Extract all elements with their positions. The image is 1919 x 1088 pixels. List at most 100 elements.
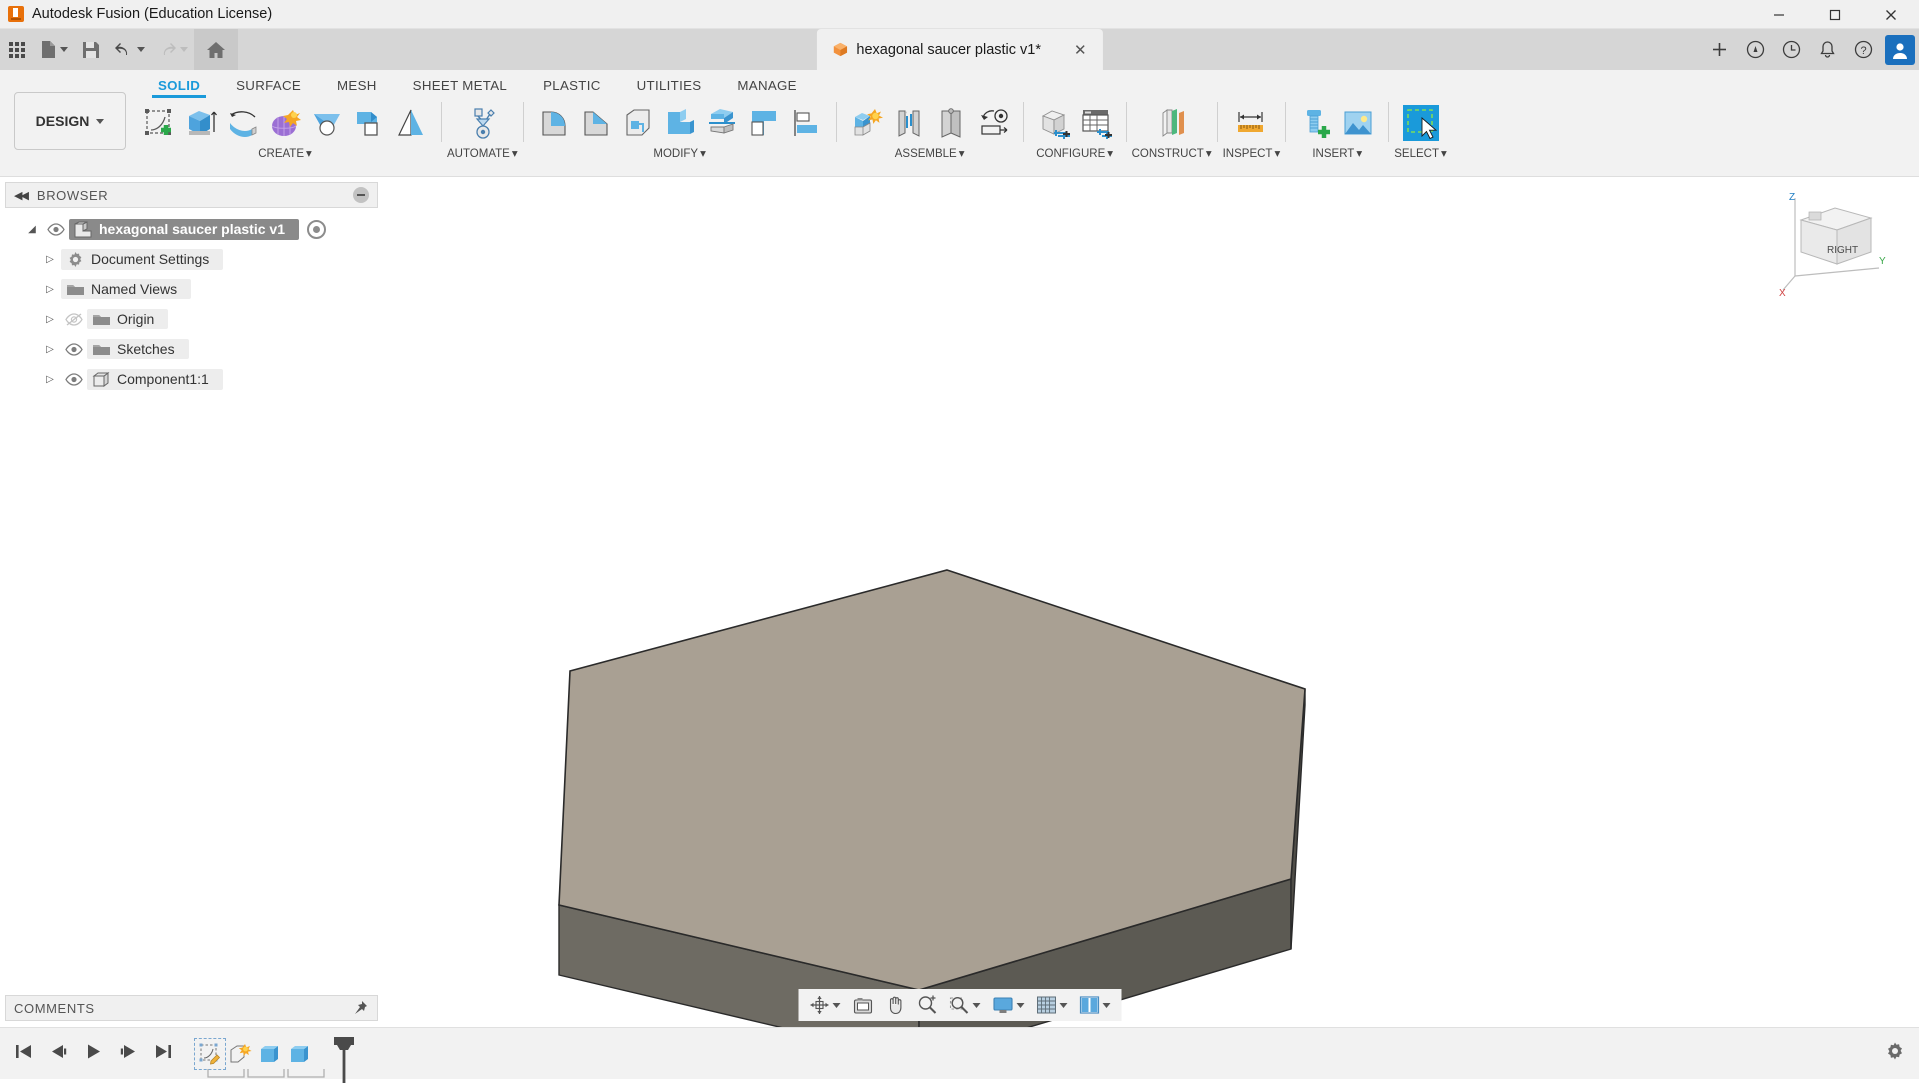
minimize-button[interactable] xyxy=(1751,0,1807,29)
eye-visible-icon[interactable] xyxy=(43,223,69,236)
close-icon[interactable]: ✕ xyxy=(1074,41,1087,59)
timeline-extrude-feature-1[interactable] xyxy=(255,1039,285,1069)
expander-icon[interactable]: ▷ xyxy=(39,344,61,355)
tree-item-sketches[interactable]: ▷ Sketches xyxy=(5,334,378,364)
close-button[interactable] xyxy=(1863,0,1919,29)
eye-visible-icon[interactable] xyxy=(61,343,87,356)
workspace-selector[interactable]: DESIGN xyxy=(14,92,126,150)
zoom-button[interactable] xyxy=(912,991,942,1019)
align-icon[interactable] xyxy=(785,102,827,144)
joint-icon[interactable] xyxy=(888,102,930,144)
display-settings-button[interactable] xyxy=(987,991,1029,1019)
expander-icon[interactable]: ▷ xyxy=(39,284,61,295)
expander-icon[interactable]: ▷ xyxy=(39,374,61,385)
tree-label-group[interactable]: Document Settings xyxy=(61,249,223,270)
tree-label-group[interactable]: Origin xyxy=(87,309,168,329)
redo-button[interactable] xyxy=(151,29,194,70)
document-tab[interactable]: hexagonal saucer plastic v1* ✕ xyxy=(816,29,1102,70)
expander-icon[interactable]: ▷ xyxy=(39,314,61,325)
insert-image-icon[interactable] xyxy=(1337,102,1379,144)
combine-icon[interactable] xyxy=(659,102,701,144)
automate-assembly-icon[interactable] xyxy=(461,102,503,144)
expander-icon[interactable]: ▷ xyxy=(39,254,61,265)
step-back-button[interactable] xyxy=(49,1043,68,1065)
panel-title-modify[interactable]: MODIFY▾ xyxy=(653,146,706,160)
insert-mcmaster-icon[interactable] xyxy=(1295,102,1337,144)
undo-button[interactable] xyxy=(108,29,151,70)
go-to-end-button[interactable] xyxy=(154,1043,173,1065)
go-to-beginning-button[interactable] xyxy=(14,1043,33,1065)
offset-plane-icon[interactable] xyxy=(1151,102,1193,144)
comments-panel[interactable]: COMMENTS xyxy=(5,995,378,1021)
timeline-new-component-feature[interactable] xyxy=(225,1039,255,1069)
grid-snaps-button[interactable] xyxy=(1031,991,1072,1019)
collapse-left-icon[interactable]: ◀◀ xyxy=(14,189,27,202)
eye-visible-icon[interactable] xyxy=(61,373,87,386)
help-question-icon[interactable]: ? xyxy=(1846,33,1880,67)
extrude-icon[interactable] xyxy=(180,102,222,144)
panel-options-icon[interactable] xyxy=(353,187,369,203)
timeline-sketch-feature[interactable] xyxy=(195,1039,225,1069)
chamfer-icon[interactable] xyxy=(575,102,617,144)
tab-manage[interactable]: MANAGE xyxy=(719,78,814,98)
recent-activity-icon[interactable] xyxy=(1774,33,1808,67)
timeline-settings-button[interactable] xyxy=(1885,1041,1905,1066)
notifications-bell-icon[interactable] xyxy=(1810,33,1844,67)
tab-utilities[interactable]: UTILITIES xyxy=(619,78,720,98)
split-body-icon[interactable] xyxy=(701,102,743,144)
panel-title-create[interactable]: CREATE▾ xyxy=(258,146,312,160)
view-cube[interactable]: RIGHT Z Y X xyxy=(1779,190,1889,300)
occurrence-toggle[interactable] xyxy=(307,220,326,239)
home-button[interactable] xyxy=(194,29,238,70)
fillet-icon[interactable] xyxy=(533,102,575,144)
tree-label-group[interactable]: hexagonal saucer plastic v1 xyxy=(69,219,299,240)
tab-sheet-metal[interactable]: SHEET METAL xyxy=(395,78,525,98)
panel-title-insert[interactable]: INSERT▾ xyxy=(1312,146,1362,160)
tab-mesh[interactable]: MESH xyxy=(319,78,395,98)
play-button[interactable] xyxy=(84,1043,103,1065)
tree-label-group[interactable]: Sketches xyxy=(87,339,189,359)
as-built-joint-icon[interactable] xyxy=(930,102,972,144)
rib-icon[interactable] xyxy=(390,102,432,144)
save-button[interactable] xyxy=(74,29,108,70)
tab-plastic[interactable]: PLASTIC xyxy=(525,78,619,98)
viewports-button[interactable] xyxy=(1074,991,1115,1019)
orbit-button[interactable] xyxy=(804,991,845,1019)
tree-label-group[interactable]: Named Views xyxy=(61,279,191,299)
tree-item-named-views[interactable]: ▷ Named Views xyxy=(5,274,378,304)
app-grid-button[interactable] xyxy=(0,29,34,70)
panel-title-select[interactable]: SELECT▾ xyxy=(1394,146,1447,160)
step-forward-button[interactable] xyxy=(119,1043,138,1065)
measure-ruler-icon[interactable] xyxy=(1230,102,1272,144)
panel-title-construct[interactable]: CONSTRUCT▾ xyxy=(1132,146,1212,160)
new-document-button[interactable] xyxy=(34,29,74,70)
help-circle-icon[interactable] xyxy=(1738,33,1772,67)
maximize-button[interactable] xyxy=(1807,0,1863,29)
pan-button[interactable] xyxy=(880,991,910,1019)
tab-solid[interactable]: SOLID xyxy=(140,78,218,98)
offset-face-icon[interactable] xyxy=(743,102,785,144)
configuration-icon[interactable] xyxy=(1033,102,1075,144)
timeline-extrude-feature-2[interactable] xyxy=(285,1039,315,1069)
tree-item-root[interactable]: ◢ hexagonal saucer plastic v1 xyxy=(5,214,378,244)
add-tab-button[interactable] xyxy=(1702,33,1736,67)
revolve-icon[interactable] xyxy=(222,102,264,144)
loft-icon[interactable] xyxy=(306,102,348,144)
tree-label-group[interactable]: Component1:1 xyxy=(87,369,223,390)
avatar[interactable] xyxy=(1885,35,1915,65)
panel-title-automate[interactable]: AUTOMATE▾ xyxy=(447,146,518,160)
panel-title-configure[interactable]: CONFIGURE▾ xyxy=(1036,146,1113,160)
pin-icon[interactable] xyxy=(351,999,369,1017)
shell-icon[interactable] xyxy=(617,102,659,144)
select-window-icon[interactable] xyxy=(1400,102,1442,144)
tree-item-component1[interactable]: ▷ Component1:1 xyxy=(5,364,378,394)
tab-surface[interactable]: SURFACE xyxy=(218,78,319,98)
tree-item-document-settings[interactable]: ▷ Document Settings xyxy=(5,244,378,274)
hole-icon[interactable] xyxy=(348,102,390,144)
expander-icon[interactable]: ◢ xyxy=(21,224,43,235)
new-component-icon[interactable] xyxy=(846,102,888,144)
motion-link-icon[interactable] xyxy=(972,102,1014,144)
eye-hidden-icon[interactable] xyxy=(61,313,87,326)
panel-title-assemble[interactable]: ASSEMBLE▾ xyxy=(895,146,965,160)
form-icon[interactable] xyxy=(264,102,306,144)
